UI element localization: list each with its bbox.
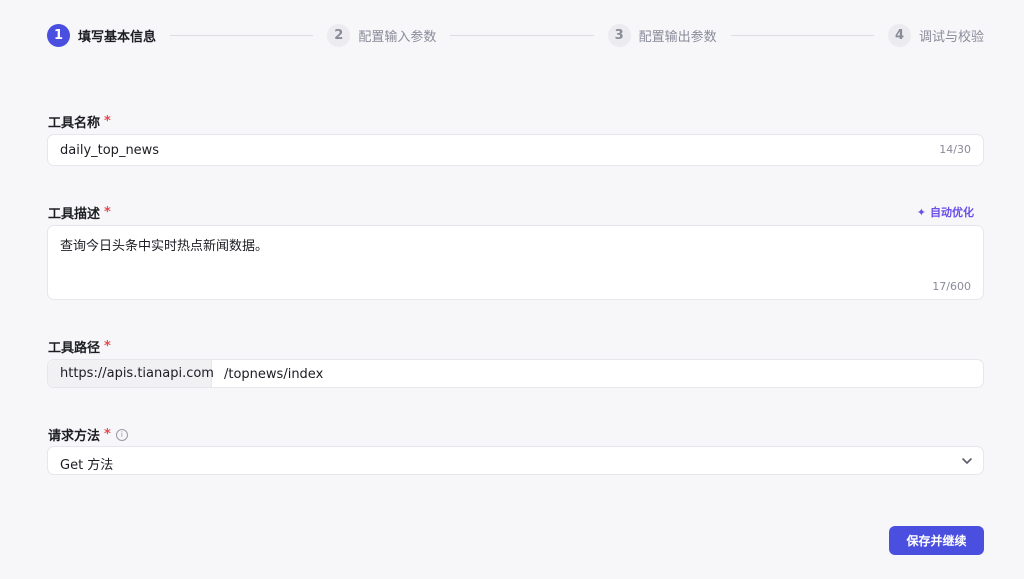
step-4[interactable]: 4 调试与校验 bbox=[887, 23, 984, 47]
stepper: 1 填写基本信息 2 配置输入参数 3 配置输出参数 4 调试与校验 bbox=[47, 23, 984, 47]
tool-path-value: /topnews/index bbox=[224, 367, 324, 382]
auto-optimize-button[interactable]: ✦ 自动优化 bbox=[917, 204, 974, 220]
step-label: 配置输出参数 bbox=[638, 29, 717, 45]
required-marker: * bbox=[104, 339, 111, 354]
step-label: 配置输入参数 bbox=[358, 29, 437, 45]
step-label: 填写基本信息 bbox=[78, 29, 157, 45]
label-text: 工具描述 bbox=[48, 207, 101, 222]
chevron-down-icon bbox=[962, 458, 972, 464]
auto-optimize-label: 自动优化 bbox=[930, 206, 974, 219]
step-number: 4 bbox=[887, 23, 911, 47]
tool-name-value: daily_top_news bbox=[60, 143, 160, 158]
step-number: 1 bbox=[47, 23, 70, 47]
info-icon[interactable]: i bbox=[115, 428, 128, 441]
step-number: 2 bbox=[327, 23, 351, 47]
char-counter: 14/30 bbox=[939, 143, 971, 156]
method-label: 请求方法 * i bbox=[48, 425, 128, 444]
required-marker: * bbox=[104, 427, 111, 442]
tool-path-label: 工具路径 * bbox=[48, 337, 111, 356]
save-continue-button[interactable]: 保存并继续 bbox=[889, 526, 984, 555]
step-number: 3 bbox=[607, 23, 631, 47]
tool-path-input[interactable]: https://apis.tianapi.com /topnews/index bbox=[47, 359, 984, 388]
label-text: 工具路径 bbox=[48, 341, 101, 356]
step-connector bbox=[450, 34, 594, 36]
step-1[interactable]: 1 填写基本信息 bbox=[47, 23, 157, 47]
step-3[interactable]: 3 配置输出参数 bbox=[607, 23, 717, 47]
method-value: Get 方法 bbox=[60, 458, 114, 473]
required-marker: * bbox=[104, 205, 111, 220]
step-2[interactable]: 2 配置输入参数 bbox=[327, 23, 437, 47]
tool-desc-value: 查询今日头条中实时热点新闻数据。 bbox=[60, 239, 269, 254]
method-select[interactable]: Get 方法 bbox=[47, 446, 984, 475]
tool-name-label: 工具名称 * bbox=[48, 112, 111, 131]
page: 1 填写基本信息 2 配置输入参数 3 配置输出参数 4 调试与校验 工具名称 … bbox=[0, 0, 1024, 579]
required-marker: * bbox=[104, 114, 111, 129]
step-connector bbox=[730, 34, 874, 36]
base-url-prefix: https://apis.tianapi.com bbox=[48, 360, 214, 387]
magic-wand-icon: ✦ bbox=[916, 205, 926, 219]
tool-name-input[interactable]: daily_top_news 14/30 bbox=[47, 134, 984, 166]
label-text: 工具名称 bbox=[48, 116, 101, 131]
tool-desc-label: 工具描述 * bbox=[48, 203, 111, 222]
char-counter: 17/600 bbox=[932, 280, 971, 293]
label-text: 请求方法 bbox=[48, 429, 101, 444]
tool-desc-textarea[interactable]: 查询今日头条中实时热点新闻数据。 17/600 bbox=[47, 225, 984, 300]
step-label: 调试与校验 bbox=[918, 29, 984, 45]
step-connector bbox=[170, 34, 314, 36]
